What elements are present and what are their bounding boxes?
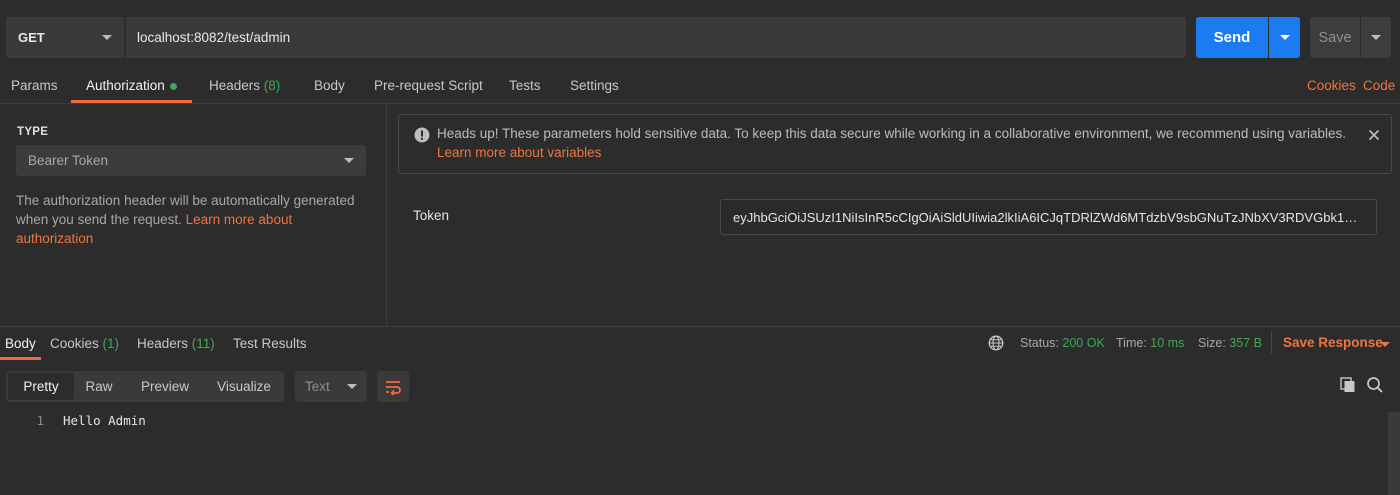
url-value: localhost:8082/test/admin <box>137 30 291 45</box>
time-label: Time: <box>1116 336 1147 350</box>
chevron-down-icon <box>1371 35 1381 40</box>
tab-headers-count: (8) <box>263 78 281 93</box>
format-value: Text <box>305 379 330 394</box>
view-tab-raw[interactable]: Raw <box>78 371 120 402</box>
tab-pre-request-script[interactable]: Pre-request Script <box>374 68 483 103</box>
view-tab-pretty[interactable]: Pretty <box>8 373 74 400</box>
info-icon <box>414 127 430 143</box>
response-tabs: Body Cookies (1) Headers (11) Test Resul… <box>0 327 700 360</box>
tab-authorization-label: Authorization <box>86 78 165 93</box>
token-value: eyJhbGciOiJSUzI1NiIsInR5cCIgOiAiSldUIiwi… <box>733 209 1364 225</box>
auth-type-value: Bearer Token <box>28 153 109 168</box>
warning-text: Heads up! These parameters hold sensitiv… <box>437 126 1346 141</box>
warning-message: Heads up! These parameters hold sensitiv… <box>437 124 1357 162</box>
tab-body[interactable]: Body <box>314 68 345 103</box>
status-indicator: Status: 200 OK <box>1020 336 1105 350</box>
time-value[interactable]: 10 ms <box>1150 336 1184 350</box>
chevron-down-icon[interactable] <box>1380 342 1390 347</box>
view-tab-visualize[interactable]: Visualize <box>208 371 280 402</box>
response-tab-headers-label: Headers <box>137 336 189 351</box>
response-tab-test-results[interactable]: Test Results <box>233 327 307 360</box>
code-link[interactable]: Code <box>1363 68 1395 103</box>
size-indicator: Size: 357 B <box>1198 336 1262 350</box>
cookies-link[interactable]: Cookies <box>1307 68 1356 103</box>
format-select[interactable]: Text <box>295 371 367 402</box>
auth-type-select[interactable]: Bearer Token <box>16 145 366 176</box>
divider <box>1271 332 1272 354</box>
globe-icon[interactable] <box>988 335 1004 351</box>
size-label: Size: <box>1198 336 1226 350</box>
type-label: TYPE <box>17 126 49 138</box>
url-input[interactable]: localhost:8082/test/admin <box>126 17 1186 58</box>
tab-settings[interactable]: Settings <box>570 68 619 103</box>
chevron-down-icon <box>344 158 354 163</box>
response-tab-headers[interactable]: Headers (11) <box>137 327 215 360</box>
save-options-button[interactable] <box>1361 17 1391 58</box>
tab-params[interactable]: Params <box>11 68 58 103</box>
view-tab-preview[interactable]: Preview <box>132 371 198 402</box>
response-tab-cookies[interactable]: Cookies (1) <box>50 327 119 360</box>
method-value: GET <box>18 30 45 45</box>
auth-description: The authorization header will be automat… <box>16 191 366 248</box>
tab-headers[interactable]: Headers (8) <box>209 68 280 103</box>
chevron-down-icon <box>102 35 112 40</box>
token-label: Token <box>413 208 450 223</box>
scrollbar[interactable] <box>1388 412 1400 495</box>
close-icon[interactable] <box>1366 127 1382 143</box>
request-tabs: Params Authorization Headers (8) Body Pr… <box>0 68 1400 104</box>
tab-headers-label: Headers <box>209 78 261 93</box>
save-response-button[interactable]: Save Response <box>1283 335 1383 350</box>
send-options-button[interactable] <box>1269 17 1300 58</box>
wrap-lines-button[interactable] <box>377 371 409 402</box>
response-body-line[interactable]: Hello Admin <box>63 413 146 428</box>
learn-more-variables-link[interactable]: Learn more about variables <box>437 145 601 160</box>
status-value[interactable]: 200 OK <box>1062 336 1104 350</box>
response-tab-cookies-label: Cookies <box>50 336 99 351</box>
response-tab-cookies-count: (1) <box>102 336 120 351</box>
tab-tests[interactable]: Tests <box>509 68 541 103</box>
response-tab-headers-count: (11) <box>191 336 215 351</box>
save-button[interactable]: Save <box>1310 17 1360 58</box>
token-input[interactable]: eyJhbGciOiJSUzI1NiIsInR5cCIgOiAiSldUIiwi… <box>720 199 1377 235</box>
copy-icon[interactable] <box>1339 376 1357 394</box>
line-number: 1 <box>36 413 44 428</box>
status-label: Status: <box>1020 336 1059 350</box>
response-view-tabs: Pretty Raw Preview Visualize <box>6 371 284 402</box>
chevron-down-icon <box>347 384 357 389</box>
method-select[interactable]: GET <box>6 17 125 58</box>
wrap-lines-icon <box>386 380 401 395</box>
chevron-down-icon <box>1279 35 1290 40</box>
time-indicator: Time: 10 ms <box>1116 336 1184 350</box>
send-button[interactable]: Send <box>1196 17 1268 58</box>
tab-authorization[interactable]: Authorization <box>71 68 192 103</box>
search-icon[interactable] <box>1366 376 1384 394</box>
size-value[interactable]: 357 B <box>1229 336 1262 350</box>
status-dot-icon <box>169 82 177 90</box>
response-tab-body[interactable]: Body <box>0 327 41 360</box>
